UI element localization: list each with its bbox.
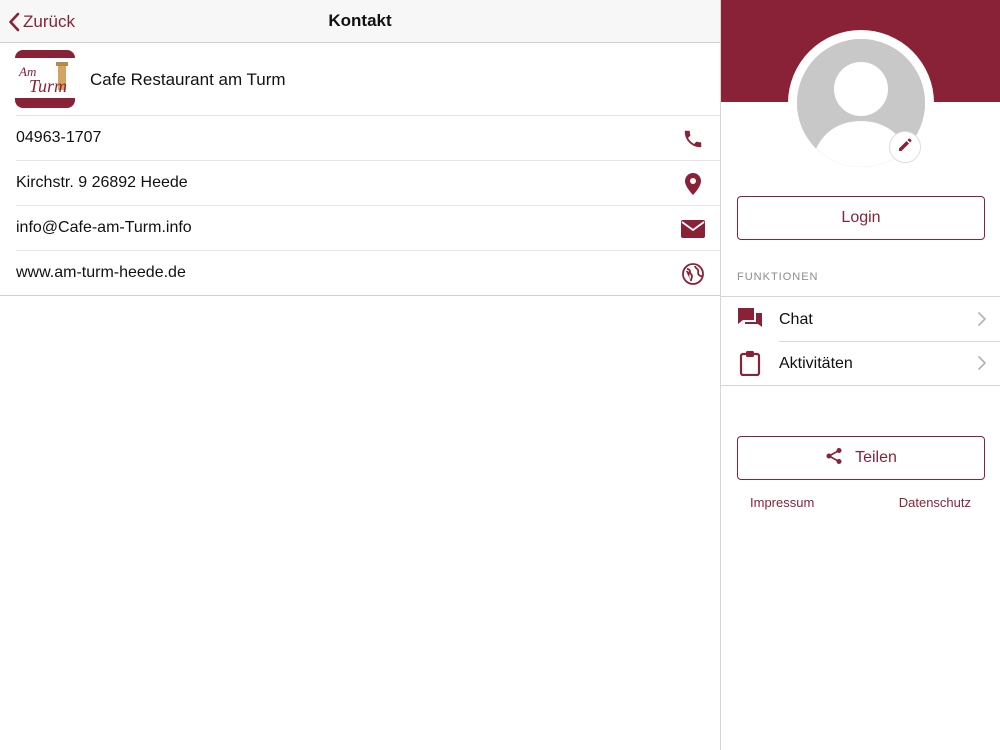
menu-item-chat-label: Chat bbox=[779, 311, 813, 328]
chevron-right-icon bbox=[977, 355, 987, 376]
phone-number: 04963-1707 bbox=[16, 129, 102, 146]
datenschutz-link[interactable]: Datenschutz bbox=[899, 495, 971, 510]
sidebar: Login FUNKTIONEN Chat Aktivitäten Teilen bbox=[720, 0, 1000, 750]
contact-row-email[interactable]: info@Cafe-am-Turm.info bbox=[16, 205, 720, 250]
share-button-label: Teilen bbox=[855, 449, 897, 466]
clipboard-icon bbox=[737, 350, 763, 376]
business-logo: Am Turm bbox=[15, 50, 75, 108]
contact-row-website[interactable]: www.am-turm-heede.de bbox=[16, 250, 720, 295]
menu-item-chat[interactable]: Chat bbox=[721, 297, 1000, 341]
phone-icon[interactable] bbox=[680, 126, 706, 152]
pencil-icon bbox=[897, 137, 913, 158]
contact-detail-pane: Zurück Kontakt Am Turm Cafe Restaurant a… bbox=[0, 0, 720, 750]
navigation-bar: Zurück Kontakt bbox=[0, 0, 720, 43]
menu-item-aktivitaeten[interactable]: Aktivitäten bbox=[721, 341, 1000, 385]
business-row: Am Turm Cafe Restaurant am Turm bbox=[0, 44, 720, 115]
share-icon bbox=[825, 447, 843, 470]
email-text: info@Cafe-am-Turm.info bbox=[16, 219, 192, 236]
website-text: www.am-turm-heede.de bbox=[16, 264, 186, 281]
menu-item-aktivitaeten-label: Aktivitäten bbox=[779, 355, 853, 372]
logo-text-turm: Turm bbox=[29, 76, 67, 96]
page-title: Kontakt bbox=[328, 11, 392, 30]
map-pin-icon[interactable] bbox=[680, 171, 706, 197]
contact-row-address[interactable]: Kirchstr. 9 26892 Heede bbox=[16, 160, 720, 205]
login-button[interactable]: Login bbox=[737, 196, 985, 240]
section-label-funktionen: FUNKTIONEN bbox=[737, 271, 819, 283]
address-text: Kirchstr. 9 26892 Heede bbox=[16, 174, 188, 191]
edit-avatar-button[interactable] bbox=[889, 131, 921, 163]
globe-icon[interactable] bbox=[680, 261, 706, 287]
functions-menu: Chat Aktivitäten bbox=[721, 296, 1000, 386]
chat-bubbles-icon bbox=[737, 306, 763, 332]
chevron-right-icon bbox=[977, 311, 987, 332]
impressum-link[interactable]: Impressum bbox=[750, 495, 814, 510]
contact-list: Am Turm Cafe Restaurant am Turm 04963-17… bbox=[0, 44, 720, 296]
business-name: Cafe Restaurant am Turm bbox=[90, 70, 286, 89]
contact-row-phone[interactable]: 04963-1707 bbox=[16, 115, 720, 160]
envelope-icon[interactable] bbox=[680, 216, 706, 242]
share-button[interactable]: Teilen bbox=[737, 436, 985, 480]
